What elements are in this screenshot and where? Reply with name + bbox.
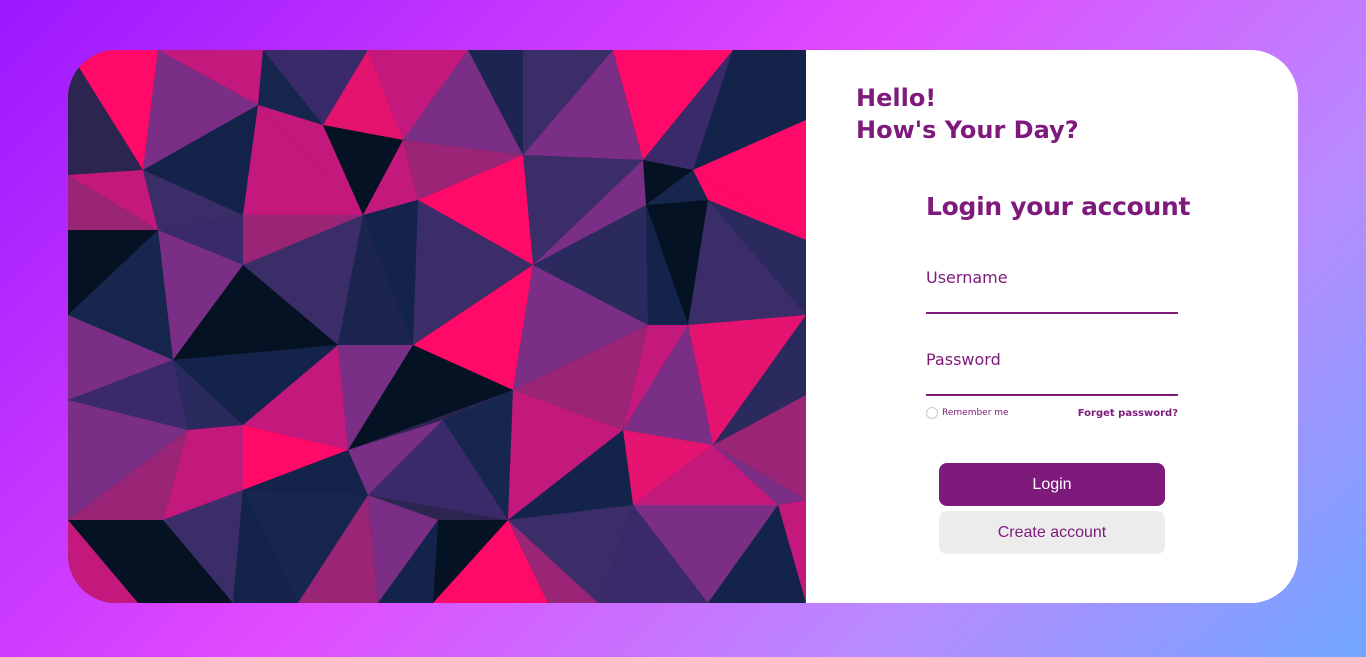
password-field[interactable]: Password [926,350,1178,396]
login-panel: Hello! How's Your Day? Login your accoun… [806,50,1298,603]
remember-me-label: Remember me [942,408,1009,418]
username-field[interactable]: Username [926,268,1178,314]
low-poly-triangles-image [68,50,806,603]
remember-me-radio[interactable] [926,407,938,419]
greeting-heading: Hello! How's Your Day? [856,82,1079,146]
greeting-line-1: Hello! [856,84,937,112]
remember-me-option[interactable]: Remember me [926,407,1009,419]
login-options: Remember me Forget password? [926,406,1178,420]
password-label: Password [926,350,1001,369]
password-input[interactable] [926,374,1178,392]
low-poly-art-image [68,50,806,603]
username-input[interactable] [926,292,1178,310]
login-button[interactable]: Login [939,463,1165,506]
forgot-password-link[interactable]: Forget password? [1078,408,1178,419]
form-title: Login your account [926,192,1191,221]
username-label: Username [926,268,1008,287]
create-account-button[interactable]: Create account [939,511,1165,554]
login-card: Hello! How's Your Day? Login your accoun… [68,50,1298,603]
greeting-line-2: How's Your Day? [856,116,1079,144]
